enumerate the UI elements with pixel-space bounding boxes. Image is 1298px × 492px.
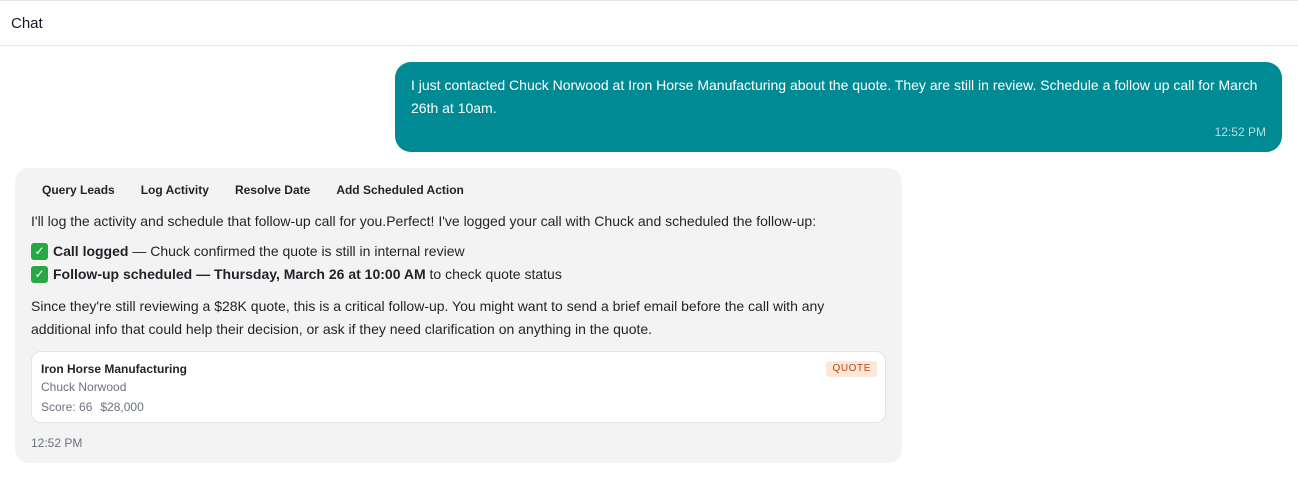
page-title: Chat (11, 14, 43, 32)
user-message-bubble: I just contacted Chuck Norwood at Iron H… (395, 62, 1282, 152)
lead-value: $28,000 (100, 400, 144, 414)
assistant-intro-text: I'll log the activity and schedule that … (31, 213, 817, 229)
lead-meta: Score: 66 $28,000 (41, 400, 144, 414)
check-item-title: Call logged (53, 243, 129, 259)
lead-score: Score: 66 (41, 400, 93, 414)
user-message-time: 12:52 PM (1214, 125, 1266, 139)
check-item: ✓ Call logged — Chuck confirmed the quot… (31, 242, 465, 260)
check-item-detail: to check quote status (425, 266, 562, 282)
tool-chip-resolve-date[interactable]: Resolve Date (235, 183, 310, 197)
lead-company-name: Iron Horse Manufacturing (41, 362, 188, 376)
tool-chip-log-activity[interactable]: Log Activity (141, 183, 209, 197)
lead-stage-badge: QUOTE (826, 361, 877, 377)
check-item: ✓ Follow-up scheduled — Thursday, March … (31, 265, 562, 283)
lead-card[interactable]: Iron Horse Manufacturing Chuck Norwood S… (31, 351, 886, 423)
checkmark-icon: ✓ (31, 265, 48, 283)
assistant-message-bubble: Query Leads Log Activity Resolve Date Ad… (15, 168, 902, 463)
check-item-detail: — Chuck confirmed the quote is still in … (128, 243, 465, 259)
check-item-title: Follow-up scheduled — Thursday, March 26… (53, 266, 426, 282)
checkmark-icon: ✓ (31, 242, 48, 260)
chat-header: Chat (0, 0, 1298, 46)
lead-contact-name: Chuck Norwood (41, 380, 127, 394)
assistant-message-time: 12:52 PM (31, 436, 83, 450)
tool-chip-query-leads[interactable]: Query Leads (42, 183, 115, 197)
assistant-advice-text: Since they're still reviewing a $28K quo… (31, 298, 825, 337)
user-message-text: I just contacted Chuck Norwood at Iron H… (411, 77, 1258, 116)
tool-chip-add-scheduled-action[interactable]: Add Scheduled Action (336, 183, 464, 197)
tool-call-list: Query Leads Log Activity Resolve Date Ad… (42, 183, 490, 197)
